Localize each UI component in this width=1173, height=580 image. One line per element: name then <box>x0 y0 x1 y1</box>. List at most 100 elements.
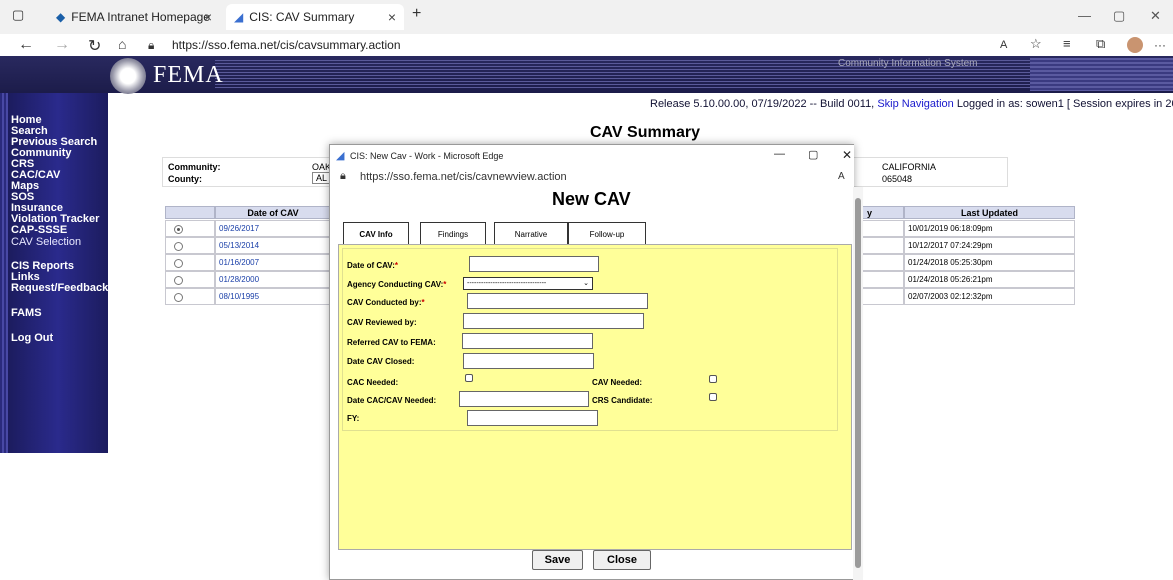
popup-close-icon[interactable]: ✕ <box>842 148 852 162</box>
tab-findings[interactable]: Findings <box>420 222 486 246</box>
fema-favicon-icon: ◆ <box>56 10 66 24</box>
nav-cav-selection[interactable]: CAV Selection <box>11 237 81 248</box>
nav-request-feedback[interactable]: Request/Feedback <box>11 283 108 294</box>
new-cav-heading: New CAV <box>552 189 631 209</box>
nav-log-out[interactable]: Log Out <box>11 333 53 344</box>
tab-fema-intranet[interactable]: ◆ FEMA Intranet Homepage × <box>48 4 220 30</box>
new-tab-icon[interactable]: + <box>412 5 421 23</box>
collections-icon[interactable]: ⧉ <box>1096 36 1105 52</box>
logged-in-text: Logged in as: sowen1 <box>956 98 1064 110</box>
forward-icon[interactable]: → <box>54 36 70 54</box>
cid-value: 065048 <box>882 174 913 184</box>
referred-label: Referred CAV to FEMA: <box>347 338 436 347</box>
crs-candidate-checkbox[interactable] <box>709 393 717 401</box>
save-button[interactable]: Save <box>532 550 583 570</box>
row-radio[interactable] <box>174 242 183 251</box>
nav-cap-ssse[interactable]: CAP-SSSE <box>11 225 67 236</box>
date-of-cav-input[interactable] <box>469 256 599 272</box>
close-window-icon[interactable]: ✕ <box>1150 8 1161 24</box>
page-title: CAV Summary <box>590 124 700 141</box>
table-header-col: y <box>860 206 904 219</box>
left-nav: Home Search Previous Search Community CR… <box>8 93 108 453</box>
state-value: CALIFORNIA <box>882 162 937 172</box>
more-icon[interactable]: ··· <box>1154 38 1166 52</box>
profile-avatar[interactable] <box>1127 37 1143 53</box>
tab-narrative[interactable]: Narrative <box>494 222 568 246</box>
cav-date-link[interactable]: 08/10/1995 <box>215 288 331 305</box>
release-text: Release 5.10.00.00, 07/19/2022 -- Build … <box>650 98 875 110</box>
popup-restore-icon[interactable]: ▢ <box>808 148 818 161</box>
popup-url[interactable]: https://sso.fema.net/cis/cavnewview.acti… <box>360 171 567 183</box>
conducted-by-input[interactable] <box>467 293 648 309</box>
table-header-select <box>165 206 215 219</box>
cav-date-link[interactable]: 05/13/2014 <box>215 237 331 254</box>
reviewed-by-label: CAV Reviewed by: <box>347 318 417 327</box>
cac-needed-checkbox[interactable] <box>465 374 473 382</box>
back-icon[interactable]: ← <box>18 36 34 54</box>
skip-navigation-link[interactable]: Skip Navigation <box>877 98 953 110</box>
cav-needed-label: CAV Needed: <box>592 378 643 387</box>
close-tab-icon[interactable]: × <box>388 9 396 25</box>
tab-label: FEMA Intranet Homepage <box>71 10 210 24</box>
cav-date-link[interactable]: 01/16/2007 <box>215 254 331 271</box>
restore-icon[interactable]: ▢ <box>1113 8 1125 24</box>
close-tab-icon[interactable]: × <box>204 9 212 25</box>
favorites-list-icon[interactable]: ≡ <box>1063 36 1071 51</box>
url-field[interactable]: https://sso.fema.net/cis/cavsummary.acti… <box>172 38 401 52</box>
system-name: Community Information System <box>838 58 978 69</box>
last-updated-cell: 01/24/2018 05:26:21pm <box>904 271 1075 288</box>
close-button[interactable]: Close <box>593 550 651 570</box>
favorite-icon[interactable]: ☆ <box>1030 36 1042 52</box>
session-text: [ Session expires in 20 mins ] <box>1066 98 1173 110</box>
fy-label: FY: <box>347 414 360 423</box>
tab-follow-up[interactable]: Follow-up <box>568 222 646 246</box>
county-label: County: <box>168 174 202 184</box>
popup-title-bar: ◢ CIS: New Cav - Work - Microsoft Edge —… <box>330 145 854 167</box>
row-radio[interactable] <box>174 225 183 234</box>
dhs-seal-icon <box>110 58 146 94</box>
popup-address-bar: 🔒︎ https://sso.fema.net/cis/cavnewview.a… <box>330 167 854 187</box>
cis-favicon-icon: ◢ <box>336 150 345 162</box>
nav-fams[interactable]: FAMS <box>11 308 42 319</box>
reviewed-by-input[interactable] <box>463 313 644 329</box>
table-header-last-updated: Last Updated <box>904 206 1075 219</box>
agency-select[interactable]: ---------------------------------- ⌄ <box>463 277 593 290</box>
last-updated-cell: 02/07/2003 02:12:32pm <box>904 288 1075 305</box>
date-closed-input[interactable] <box>463 353 594 369</box>
date-of-cav-label: Date of CAV:* <box>347 261 398 270</box>
table-header-date: Date of CAV <box>215 206 331 219</box>
popup-minimize-icon[interactable]: — <box>774 148 785 160</box>
nav-stripe <box>0 93 8 453</box>
referred-input[interactable] <box>462 333 593 349</box>
conducted-by-label: CAV Conducted by:* <box>347 298 425 307</box>
row-radio[interactable] <box>174 259 183 268</box>
last-updated-cell: 10/01/2019 06:18:09pm <box>904 220 1075 237</box>
fema-logo: FEMA <box>153 62 224 88</box>
tab-cav-summary[interactable]: ◢ CIS: CAV Summary × <box>226 4 404 30</box>
row-radio[interactable] <box>174 276 183 285</box>
fy-input[interactable] <box>467 410 598 426</box>
refresh-icon[interactable]: ↻ <box>88 36 101 56</box>
lock-icon: 🔒︎ <box>148 38 155 52</box>
date-cac-label: Date CAC/CAV Needed: <box>347 396 437 405</box>
cav-needed-checkbox[interactable] <box>709 375 717 383</box>
cav-date-link[interactable]: 09/26/2017 <box>215 220 331 237</box>
cav-date-link[interactable]: 01/28/2000 <box>215 271 331 288</box>
home-icon[interactable]: ⌂ <box>118 36 126 52</box>
tab-label: CIS: CAV Summary <box>249 10 355 24</box>
read-aloud-icon[interactable]: A <box>1000 39 1007 51</box>
popup-scroll-thumb[interactable] <box>855 198 861 568</box>
browser-tab-bar: ▢ ◆ FEMA Intranet Homepage × ◢ CIS: CAV … <box>0 0 1173 34</box>
tab-actions-icon[interactable]: ▢ <box>12 7 24 23</box>
date-cac-input[interactable] <box>459 391 589 407</box>
row-radio[interactable] <box>174 293 183 302</box>
date-closed-label: Date CAV Closed: <box>347 357 415 366</box>
read-aloud-icon[interactable]: A <box>838 171 845 182</box>
lock-icon: 🔒︎ <box>340 170 346 182</box>
minimize-icon[interactable]: — <box>1078 8 1091 23</box>
last-updated-cell: 10/12/2017 07:24:29pm <box>904 237 1075 254</box>
last-updated-cell: 01/24/2018 05:25:30pm <box>904 254 1075 271</box>
chevron-down-icon: ⌄ <box>583 280 589 287</box>
crs-candidate-label: CRS Candidate: <box>592 396 653 405</box>
cis-favicon-icon: ◢ <box>234 10 244 24</box>
